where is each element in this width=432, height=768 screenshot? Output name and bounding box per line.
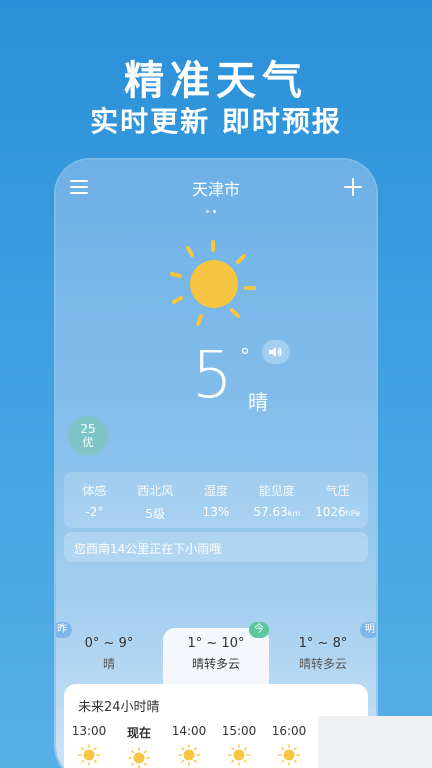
hour-time: 16:00: [271, 724, 307, 738]
corner-overlay: [318, 716, 432, 768]
stat-label: 能见度: [258, 484, 295, 498]
day-range: 1° ~ 8°: [298, 636, 348, 651]
rain-notice[interactable]: 您西南14公里正在下小雨哦: [64, 532, 368, 562]
promo-subline: 实时更新 即时预报: [90, 105, 342, 138]
hour-time: 13:00: [71, 724, 107, 738]
stat-visibility: 能见度 57.63km: [246, 472, 307, 528]
tab-today[interactable]: 今 1° ~ 10° 晴转多云: [163, 622, 269, 684]
stat-value: -2°: [85, 505, 104, 519]
day-desc: 晴: [102, 657, 115, 671]
tab-yesterday[interactable]: 昨 0° ~ 9° 晴: [56, 622, 162, 684]
sun-icon: [178, 744, 200, 766]
promo-headline: 精准天气: [124, 58, 308, 104]
aqi-level: 优: [82, 436, 94, 450]
sun-icon: [170, 240, 256, 326]
day-desc: 晴转多云: [191, 657, 240, 671]
stat-wind: 西北风 5级: [125, 472, 186, 528]
day-range: 0° ~ 9°: [84, 636, 134, 651]
today-tag: 今: [249, 622, 269, 638]
hour-item: 15:00: [214, 724, 264, 768]
stat-pressure: 气压 1026hPa: [307, 472, 368, 528]
yesterday-tag: 昨: [56, 622, 72, 638]
hour-time: 现在: [126, 726, 151, 740]
stat-value: 5级: [145, 507, 166, 521]
current-temperature: 5: [192, 339, 233, 413]
stat-value: 1026hPa: [315, 505, 361, 519]
sun-icon: [128, 747, 150, 768]
stat-feels-like: 体感 -2°: [64, 472, 125, 528]
hour-item: 13:00: [64, 724, 114, 768]
stat-label: 气压: [325, 484, 350, 498]
weather-stats: 体感 -2° 西北风 5级 湿度 13% 能见度 57.63km 气压 1026…: [64, 472, 368, 528]
stat-value: 13%: [202, 505, 230, 519]
hour-item: 16:00: [264, 724, 314, 768]
add-icon[interactable]: [344, 178, 362, 196]
day-range: 1° ~ 10°: [187, 636, 245, 651]
city-name[interactable]: 天津市: [56, 176, 376, 200]
day-tabs: 昨 0° ~ 9° 晴 今 1° ~ 10° 晴转多云 明 1° ~ 8° 晴转…: [56, 622, 376, 684]
sun-icon: [228, 744, 250, 766]
hourly-title: 未来24小时晴: [78, 700, 160, 715]
hour-item: 14:00: [164, 724, 214, 768]
stat-value: 57.63km: [253, 505, 301, 519]
day-desc: 晴转多云: [298, 657, 347, 671]
tab-tomorrow[interactable]: 明 1° ~ 8° 晴转多云: [270, 622, 376, 684]
stat-label: 体感: [82, 484, 107, 498]
tomorrow-tag: 明: [360, 622, 376, 638]
hour-time: 15:00: [221, 724, 257, 738]
aqi-badge[interactable]: 25 优: [68, 416, 108, 456]
degree-symbol: °: [240, 344, 250, 368]
sun-icon: [78, 744, 100, 766]
top-bar: 天津市: [56, 174, 376, 213]
speaker-icon[interactable]: [262, 340, 290, 364]
page-indicator: [206, 198, 226, 213]
current-condition: 晴: [248, 390, 268, 414]
sun-icon: [278, 744, 300, 766]
stat-label: 湿度: [203, 484, 228, 498]
phone-screen: 天津市 5 ° 晴 25 优 体感 -2° 西北风 5级 湿度 13% 能见度 …: [56, 160, 376, 768]
stat-label: 西北风: [137, 484, 174, 498]
hour-time: 14:00: [171, 724, 207, 738]
aqi-value: 25: [80, 422, 96, 436]
stat-humidity: 湿度 13%: [186, 472, 247, 528]
hour-item: 现在: [114, 724, 164, 768]
